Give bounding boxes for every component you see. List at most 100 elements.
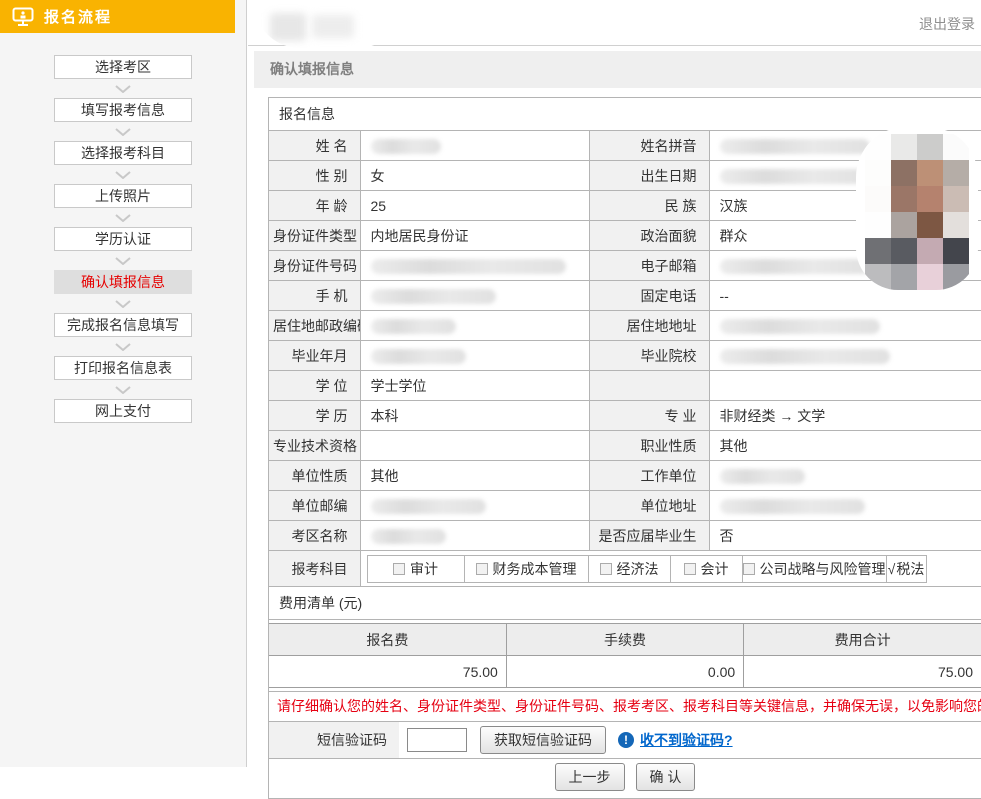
field-label: 毕业院校 — [589, 341, 709, 371]
field-label: 专业技术资格 — [269, 431, 360, 461]
redacted-value — [371, 349, 466, 364]
step-fill-info: 填写报考信息 — [54, 98, 192, 122]
fee-value: 75.00 — [269, 656, 506, 688]
step-confirm-info: 确认填报信息 — [54, 270, 192, 294]
table-row: 单位邮编 单位地址 — [269, 491, 981, 521]
field-label: 专 业 — [589, 401, 709, 431]
field-label: 身份证件号码 — [269, 251, 360, 281]
field-label: 性 别 — [269, 161, 360, 191]
fee-value: 0.00 — [506, 656, 743, 688]
workflow-steps: 选择考区 填写报考信息 选择报考科目 上传照片 学历认证 确认填报信息 完成报名… — [0, 33, 246, 423]
redacted-value — [371, 499, 486, 514]
redacted-value — [720, 469, 805, 484]
field-value — [709, 491, 981, 521]
field-value: 女 — [360, 161, 589, 191]
field-value — [709, 311, 981, 341]
table-row: 单位性质 其他 工作单位 — [269, 461, 981, 491]
field-label: 年 龄 — [269, 191, 360, 221]
step-select-subjects: 选择报考科目 — [54, 141, 192, 165]
chevron-down-icon — [115, 337, 131, 356]
field-value: 其他 — [360, 461, 589, 491]
field-label: 是否应届毕业生 — [589, 521, 709, 551]
field-label: 职业性质 — [589, 431, 709, 461]
main-area: 退出登录 确认填报信息 报名信息 姓 名 姓名拼音 性 别 女 出生日期 年 龄… — [248, 0, 981, 767]
step-select-exam-area: 选择考区 — [54, 55, 192, 79]
field-value — [709, 461, 981, 491]
field-label: 姓名拼音 — [589, 131, 709, 161]
checkbox-unchecked-icon — [600, 563, 612, 575]
fee-header: 手续费 — [506, 624, 743, 656]
table-row: 报名费 手续费 费用合计 — [269, 624, 981, 656]
confirm-button[interactable]: 确 认 — [636, 763, 696, 791]
action-buttons-row: 上一步 确 认 — [269, 758, 981, 798]
chevron-down-icon — [115, 165, 131, 184]
get-sms-code-button[interactable]: 获取短信验证码 — [480, 726, 606, 754]
step-online-payment: 网上支付 — [54, 399, 192, 423]
field-label: 固定电话 — [589, 281, 709, 311]
subject-audit: 审计 — [368, 556, 464, 582]
table-row: 学 位 学士学位 — [269, 371, 981, 401]
sidebar-title: 报名流程 — [44, 6, 112, 27]
sidebar: 报名流程 选择考区 填写报考信息 选择报考科目 上传照片 学历认证 确认填报信息… — [0, 0, 247, 767]
table-row: 学 历 本科 专 业 非财经类 → 文学 — [269, 401, 981, 431]
page-title: 确认填报信息 — [254, 51, 981, 88]
redacted-value — [371, 139, 441, 154]
field-value — [360, 341, 589, 371]
fee-header: 费用合计 — [744, 624, 981, 656]
table-row: 考区名称 是否应届毕业生 否 — [269, 521, 981, 551]
previous-step-button[interactable]: 上一步 — [555, 763, 625, 791]
redacted-value — [720, 259, 870, 274]
section-title-fees: 费用清单 (元) — [269, 587, 981, 620]
fee-table: 报名费 手续费 费用合计 75.00 0.00 75.00 — [269, 623, 981, 688]
field-value — [360, 491, 589, 521]
confirmation-notice: 请仔细确认您的姓名、身份证件类型、身份证件号码、报考考区、报考科目等关键信息，并… — [269, 691, 981, 721]
field-value: 25 — [360, 191, 589, 221]
redacted-value — [720, 349, 890, 364]
field-label: 姓 名 — [269, 131, 360, 161]
redacted-value — [371, 529, 446, 544]
topbar: 退出登录 — [248, 0, 981, 46]
subject-tax-law-selected: √ 税法 — [886, 556, 926, 582]
photo-mosaic — [865, 134, 969, 290]
field-label: 学 位 — [269, 371, 360, 401]
redacted-value — [371, 319, 456, 334]
check-icon: √ — [888, 561, 896, 577]
field-value — [360, 311, 589, 341]
cannot-receive-code-link[interactable]: 收不到验证码? — [640, 730, 733, 750]
applicant-photo — [856, 127, 978, 290]
info-icon: ! — [618, 732, 634, 748]
logout-link[interactable]: 退出登录 — [919, 14, 975, 34]
field-value: 否 — [709, 521, 981, 551]
field-value: 非财经类 → 文学 — [709, 401, 981, 431]
table-row: 专业技术资格 职业性质 其他 — [269, 431, 981, 461]
subjects-list: 审计 财务成本管理 经济法 会计 — [367, 555, 927, 583]
subject-accounting: 会计 — [670, 556, 742, 582]
field-value — [360, 281, 589, 311]
step-education-verify: 学历认证 — [54, 227, 192, 251]
field-value — [360, 251, 589, 281]
field-label: 单位地址 — [589, 491, 709, 521]
field-value — [360, 431, 589, 461]
redacted-value — [720, 139, 870, 154]
step-complete-fill: 完成报名信息填写 — [54, 313, 192, 337]
field-label: 居住地地址 — [589, 311, 709, 341]
monitor-icon — [12, 7, 34, 27]
field-label: 居住地邮政编码 — [269, 311, 360, 341]
field-value: 内地居民身份证 — [360, 221, 589, 251]
field-label: 电子邮箱 — [589, 251, 709, 281]
field-label: 单位邮编 — [269, 491, 360, 521]
field-value: 学士学位 — [360, 371, 589, 401]
field-value — [360, 131, 589, 161]
sms-code-input[interactable] — [407, 728, 467, 752]
chevron-down-icon — [115, 122, 131, 141]
field-label: 政治面貌 — [589, 221, 709, 251]
fee-value: 75.00 — [744, 656, 981, 688]
chevron-down-icon — [115, 79, 131, 98]
field-label — [589, 371, 709, 401]
subject-strategy-risk-mgmt: 公司战略与风险管理 — [742, 556, 886, 582]
field-label: 学 历 — [269, 401, 360, 431]
field-label: 民 族 — [589, 191, 709, 221]
field-label: 毕业年月 — [269, 341, 360, 371]
section-title-info: 报名信息 — [269, 98, 981, 131]
sms-verification-row: 短信验证码 获取短信验证码 ! 收不到验证码? — [269, 721, 981, 758]
